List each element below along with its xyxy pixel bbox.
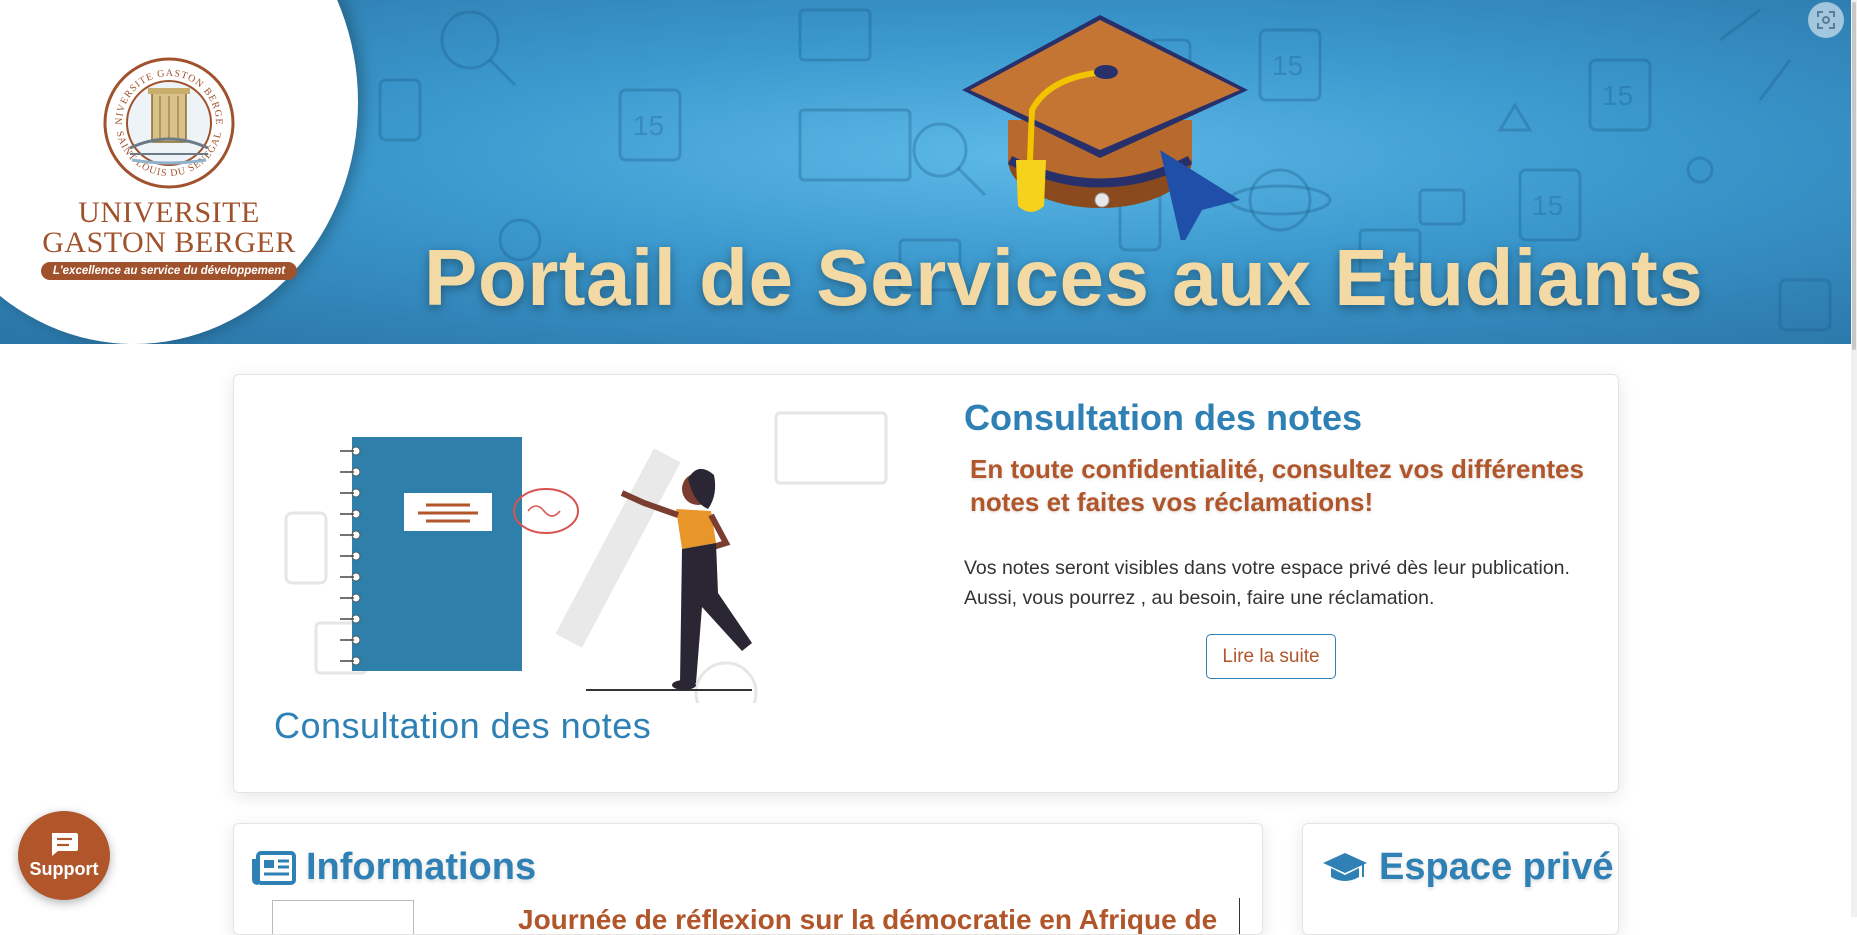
svg-text:15: 15 xyxy=(633,110,664,141)
graduation-cap-icon xyxy=(1323,852,1367,881)
informations-panel: Informations Journée de réflexion sur la… xyxy=(233,823,1263,935)
portal-title: Portail de Services aux Etudiants xyxy=(424,233,1704,322)
page-scrollbar-thumb[interactable] xyxy=(1852,2,1856,350)
informations-heading: Informations xyxy=(306,846,537,888)
university-name-line1: UNIVERSITE xyxy=(78,196,260,229)
university-seal-icon: UNIVERSITE GASTON BERGER SAINT-LOUIS DU … xyxy=(102,56,235,189)
card-subtitle: En toute confidentialité, consultez vos … xyxy=(970,454,1584,517)
university-slogan: L'excellence au service du développement xyxy=(40,262,298,280)
svg-text:15: 15 xyxy=(1602,80,1633,111)
card-title: Consultation des notes xyxy=(964,397,1363,438)
espace-prive-heading: Espace privé xyxy=(1379,846,1614,888)
card-description: Vos notes seront visibles dans votre esp… xyxy=(964,553,1594,613)
chat-icon xyxy=(52,833,78,856)
university-logo[interactable]: UNIVERSITE GASTON BERGER SAINT-LOUIS DU … xyxy=(32,56,306,286)
graduation-cap-illustration xyxy=(962,15,1248,240)
university-name-line2: GASTON BERGER xyxy=(42,226,296,259)
university-name: UNIVERSITE GASTON BERGER xyxy=(32,198,306,258)
svg-text:15: 15 xyxy=(1272,50,1303,81)
news-item-title[interactable]: Journée de réflexion sur la démocratie e… xyxy=(518,904,1217,934)
support-label: Support xyxy=(29,859,99,879)
espace-prive-header: Espace privé xyxy=(1321,846,1613,889)
read-more-button[interactable]: Lire la suite xyxy=(1206,634,1336,679)
espace-prive-panel: Espace privé xyxy=(1302,823,1619,935)
card-description-line2: Aussi, vous pourrez , au besoin, faire u… xyxy=(964,587,1435,609)
support-button[interactable]: Support xyxy=(18,811,110,900)
informations-header: Informations xyxy=(252,846,536,889)
notes-illustration xyxy=(284,411,888,703)
svg-text:15: 15 xyxy=(1532,190,1563,221)
news-thumbnail[interactable] xyxy=(272,900,414,934)
notes-feature-card: Consultation des notes Consultation des … xyxy=(233,374,1619,793)
card-description-line1: Vos notes seront visibles dans votre esp… xyxy=(964,557,1570,579)
fullscreen-icon[interactable] xyxy=(1808,2,1844,38)
header-banner: 15 15 15 15 NIVERSITE GASTON BERGE SAINT… xyxy=(0,0,1857,344)
screen-capture-icon xyxy=(1817,11,1835,29)
newspaper-icon xyxy=(252,850,296,885)
illustration-caption: Consultation des notes xyxy=(274,705,652,746)
